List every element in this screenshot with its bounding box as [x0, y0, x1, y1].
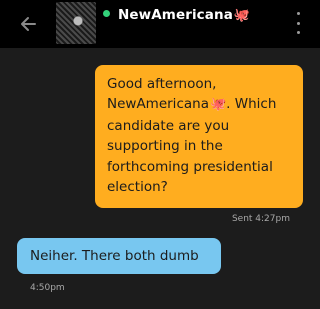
octopus-emoji: 🐙: [209, 97, 227, 113]
back-button[interactable]: [14, 10, 42, 38]
chat-header: NewAmericana🐙: [0, 0, 320, 48]
received-message-bubble[interactable]: Neiher. There both dumb: [17, 238, 221, 274]
message-line: election?: [107, 179, 168, 196]
message-line: forthcoming presidential: [107, 158, 273, 175]
sent-message-bubble[interactable]: Good afternoon, NewAmericana🐙. Which can…: [95, 65, 303, 208]
online-status-dot: [103, 10, 110, 17]
octopus-emoji: 🐙: [233, 8, 251, 23]
received-timestamp: 4:50pm: [30, 283, 65, 293]
sent-timestamp: Sent 4:27pm: [231, 214, 290, 224]
message-line: Good afternoon,: [107, 76, 217, 92]
contact-name[interactable]: NewAmericana🐙: [118, 5, 250, 26]
more-options-button[interactable]: [288, 12, 308, 34]
message-line: NewAmericana🐙. Which: [107, 94, 293, 115]
message-line: supporting in the: [107, 138, 223, 155]
message-line: candidate are you: [107, 117, 230, 134]
message-text: Neiher. There both dumb: [30, 248, 199, 264]
contact-name-text: NewAmericana: [118, 7, 233, 23]
avatar[interactable]: [56, 2, 96, 44]
more-vertical-icon: [296, 12, 300, 15]
arrow-left-icon: [21, 17, 36, 31]
